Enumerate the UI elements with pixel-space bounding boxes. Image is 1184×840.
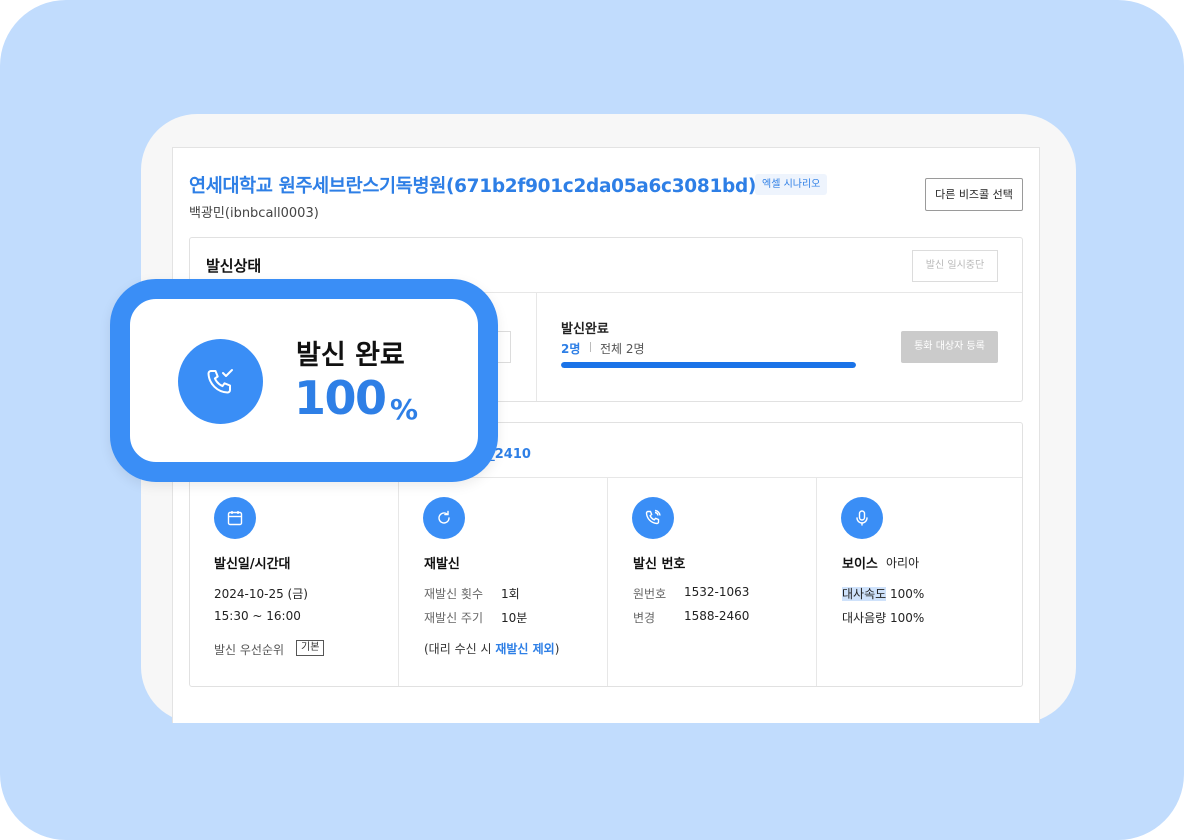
redial-count-label: 재발신 횟수 [424, 587, 484, 601]
refresh-icon [423, 497, 465, 539]
voice-name: 아리아 [886, 556, 920, 570]
callout-percent-unit: % [390, 393, 419, 426]
voice-title: 보이스 [842, 557, 878, 572]
speech-speed: 대사속도 100% [842, 587, 925, 601]
original-number-value: 1532-1063 [684, 585, 750, 599]
redial-interval-value: 10분 [501, 611, 528, 625]
completed-label: 발신완료 [561, 322, 609, 337]
schedule-date: 2024-10-25 (금) [214, 587, 308, 601]
register-call-targets-button[interactable]: 통화 대상자 등록 [901, 331, 998, 363]
call-status-title: 발신상태 [206, 257, 262, 275]
caller-number-title: 발신 번호 [633, 557, 686, 572]
schedule-time: 15:30 ~ 16:00 [214, 609, 301, 623]
redial-interval-label: 재발신 주기 [424, 611, 484, 625]
divider [536, 293, 537, 401]
calendar-icon [214, 497, 256, 539]
schedule-title: 발신일/시간대 [214, 557, 291, 572]
callout-label: 발신 완료 [296, 340, 405, 371]
callout-percent-value: 100 [294, 371, 387, 425]
progress-fill [561, 362, 856, 368]
divider [590, 342, 591, 352]
phone-check-icon [178, 339, 263, 424]
pause-calling-button[interactable]: 발신 일시중단 [912, 250, 998, 282]
speech-volume: 대사음량 100% [842, 611, 925, 625]
scenario-type-badge: 엑셀 시나리오 [755, 174, 828, 195]
user-account-label: 백광민(ibnbcall0003) [189, 206, 319, 221]
completed-count: 2명 [561, 342, 581, 356]
total-count: 전체 2명 [600, 342, 645, 356]
page-title: 연세대학교 원주세브란스기독병원(671b2f901c2da05a6c3081b… [189, 176, 757, 197]
redial-note: (대리 수신 시 재발신 제외) [424, 642, 560, 656]
divider [816, 478, 817, 686]
priority-badge: 기본 [296, 640, 325, 656]
original-number-label: 원번호 [633, 587, 667, 601]
microphone-icon [841, 497, 883, 539]
select-other-bizcall-button[interactable]: 다른 비즈콜 선택 [925, 178, 1023, 211]
redial-count-value: 1회 [501, 587, 520, 601]
changed-number-label: 변경 [633, 611, 656, 625]
phone-icon [632, 497, 674, 539]
completion-progress-bar [561, 362, 856, 368]
divider [398, 478, 399, 686]
priority-label: 발신 우선순위 [214, 643, 285, 657]
changed-number-value: 1588-2460 [684, 609, 750, 623]
redial-title: 재발신 [424, 557, 460, 572]
divider [607, 478, 608, 686]
